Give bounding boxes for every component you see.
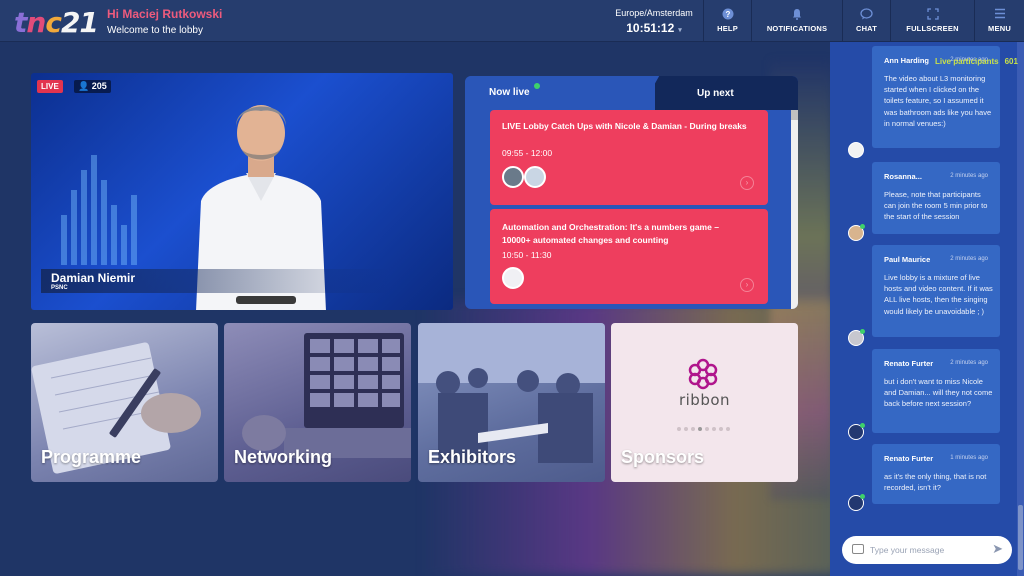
chat-message: Renato Furter 2 minutes ago but i don't … xyxy=(872,349,1000,433)
message-author: Renato Furter xyxy=(884,359,934,368)
fullscreen-button[interactable]: FULLSCREEN xyxy=(890,0,974,42)
message-time: 1 minutes ago xyxy=(950,455,988,461)
message-author: Paul Maurice xyxy=(884,255,931,264)
greeting-text: Hi Maciej Rutkowski xyxy=(107,7,223,21)
avatar xyxy=(502,267,524,289)
chevron-down-icon: ▾ xyxy=(678,27,682,34)
chat-input-bar: ➤ xyxy=(842,536,1012,564)
notifications-button[interactable]: NOTIFICATIONS xyxy=(751,0,842,42)
avatar[interactable] xyxy=(848,494,865,511)
arrow-right-icon[interactable]: › xyxy=(740,278,754,292)
chat-message: Rosanna... 2 minutes ago Please, note th… xyxy=(872,162,1000,234)
session-card[interactable]: Automation and Orchestration: It's a num… xyxy=(490,209,768,304)
timezone-label: Europe/Amsterdam xyxy=(615,8,693,18)
message-time: 2 minutes ago xyxy=(950,173,988,179)
message-time: 2 minutes ago xyxy=(950,256,988,262)
live-video-player[interactable]: LIVE 👤 205 Damian Niemir PSNC xyxy=(31,73,453,310)
tab-now-live[interactable]: Now live xyxy=(465,76,655,110)
message-text: Please, note that participants can join … xyxy=(884,190,988,222)
chat-scrollbar-thumb[interactable] xyxy=(1018,505,1023,570)
tile-label: Programme xyxy=(41,447,142,467)
fullscreen-icon xyxy=(926,8,940,20)
message-text: but i don't want to miss Nicole and Dami… xyxy=(884,377,993,409)
avatar[interactable] xyxy=(848,423,865,440)
tile-programme[interactable]: Programme xyxy=(31,323,218,482)
message-author: Rosanna... xyxy=(884,172,922,181)
message-text: Live lobby is a mixture of live hosts an… xyxy=(884,273,993,316)
welcome-text: Welcome to the lobby xyxy=(107,25,203,36)
schedule-scrollbar-thumb[interactable] xyxy=(791,110,798,120)
avatar[interactable] xyxy=(848,329,865,346)
tile-exhibitors[interactable]: Exhibitors xyxy=(418,323,605,482)
tnc21-logo[interactable]: tnc21 xyxy=(14,6,99,39)
avatar xyxy=(524,166,546,188)
message-author: Ann Harding xyxy=(884,56,929,65)
speaker-name: Damian Niemir xyxy=(51,271,136,285)
hamburger-icon xyxy=(993,8,1007,20)
session-time: 09:55 - 12:00 xyxy=(502,148,553,158)
message-text: as it's the only thing, that is not reco… xyxy=(884,472,987,493)
message-author: Renato Furter xyxy=(884,454,934,463)
menu-button[interactable]: MENU xyxy=(974,0,1024,42)
session-title: Automation and Orchestration: It's a num… xyxy=(502,222,719,245)
message-text: The video about L3 monitoring started wh… xyxy=(884,74,992,128)
session-title: LIVE Lobby Catch Ups with Nicole & Damia… xyxy=(502,121,747,131)
help-icon: ? xyxy=(721,8,735,20)
avatar[interactable] xyxy=(848,224,865,241)
tab-up-next[interactable]: Up next xyxy=(640,76,798,110)
speaker-organization: PSNC xyxy=(51,285,68,291)
ribbon-logo-icon xyxy=(688,358,718,390)
chat-bubble-icon xyxy=(860,8,874,20)
session-card[interactable]: LIVE Lobby Catch Ups with Nicole & Damia… xyxy=(490,110,768,205)
image-upload-icon[interactable] xyxy=(852,544,864,554)
send-icon[interactable]: ➤ xyxy=(992,542,1003,556)
tile-label: Exhibitors xyxy=(428,447,517,467)
carousel-dots[interactable] xyxy=(677,418,733,436)
avatar xyxy=(502,166,524,188)
top-header: tnc21 Hi Maciej Rutkowski Welcome to the… xyxy=(0,0,1024,42)
bell-icon xyxy=(790,8,804,20)
chat-scrollbar[interactable] xyxy=(1017,42,1024,576)
live-participants: Live participants 601 xyxy=(935,57,1018,66)
svg-text:?: ? xyxy=(725,10,730,19)
message-time: 2 minutes ago xyxy=(950,360,988,366)
greeting-block: Hi Maciej Rutkowski Welcome to the lobby xyxy=(107,7,222,36)
timezone-selector[interactable]: Europe/Amsterdam 10:51:12 ▾ xyxy=(611,8,697,35)
avatar[interactable] xyxy=(848,142,864,158)
chat-message: Renato Furter 1 minutes ago as it's the … xyxy=(872,444,1000,504)
schedule-panel: Up next Now live LIVE Lobby Catch Ups wi… xyxy=(465,76,798,309)
tile-label: Sponsors xyxy=(621,447,705,467)
help-button[interactable]: ? HELP xyxy=(703,0,751,42)
clock: 10:51:12 ▾ xyxy=(626,21,682,35)
chat-message-input[interactable] xyxy=(870,542,985,558)
session-time: 10:50 - 11:30 xyxy=(502,250,552,260)
viewer-count: 👤 205 xyxy=(74,80,111,93)
speaker-nameplate: Damian Niemir PSNC xyxy=(41,269,391,293)
background-graphic xyxy=(61,145,181,265)
tile-sponsors[interactable]: ribbon Sponsors xyxy=(611,323,798,482)
tile-label: Networking xyxy=(234,447,333,467)
live-badge: LIVE xyxy=(37,80,63,93)
live-indicator-dot xyxy=(534,83,540,89)
chat-message: Paul Maurice 2 minutes ago Live lobby is… xyxy=(872,245,1000,337)
chat-button[interactable]: CHAT xyxy=(842,0,890,42)
tile-networking[interactable]: Networking xyxy=(224,323,411,482)
user-icon: 👤 xyxy=(78,81,90,91)
schedule-scrollbar[interactable] xyxy=(791,110,798,309)
arrow-right-icon[interactable]: › xyxy=(740,176,754,190)
sponsor-logo-text: ribbon xyxy=(678,391,731,409)
